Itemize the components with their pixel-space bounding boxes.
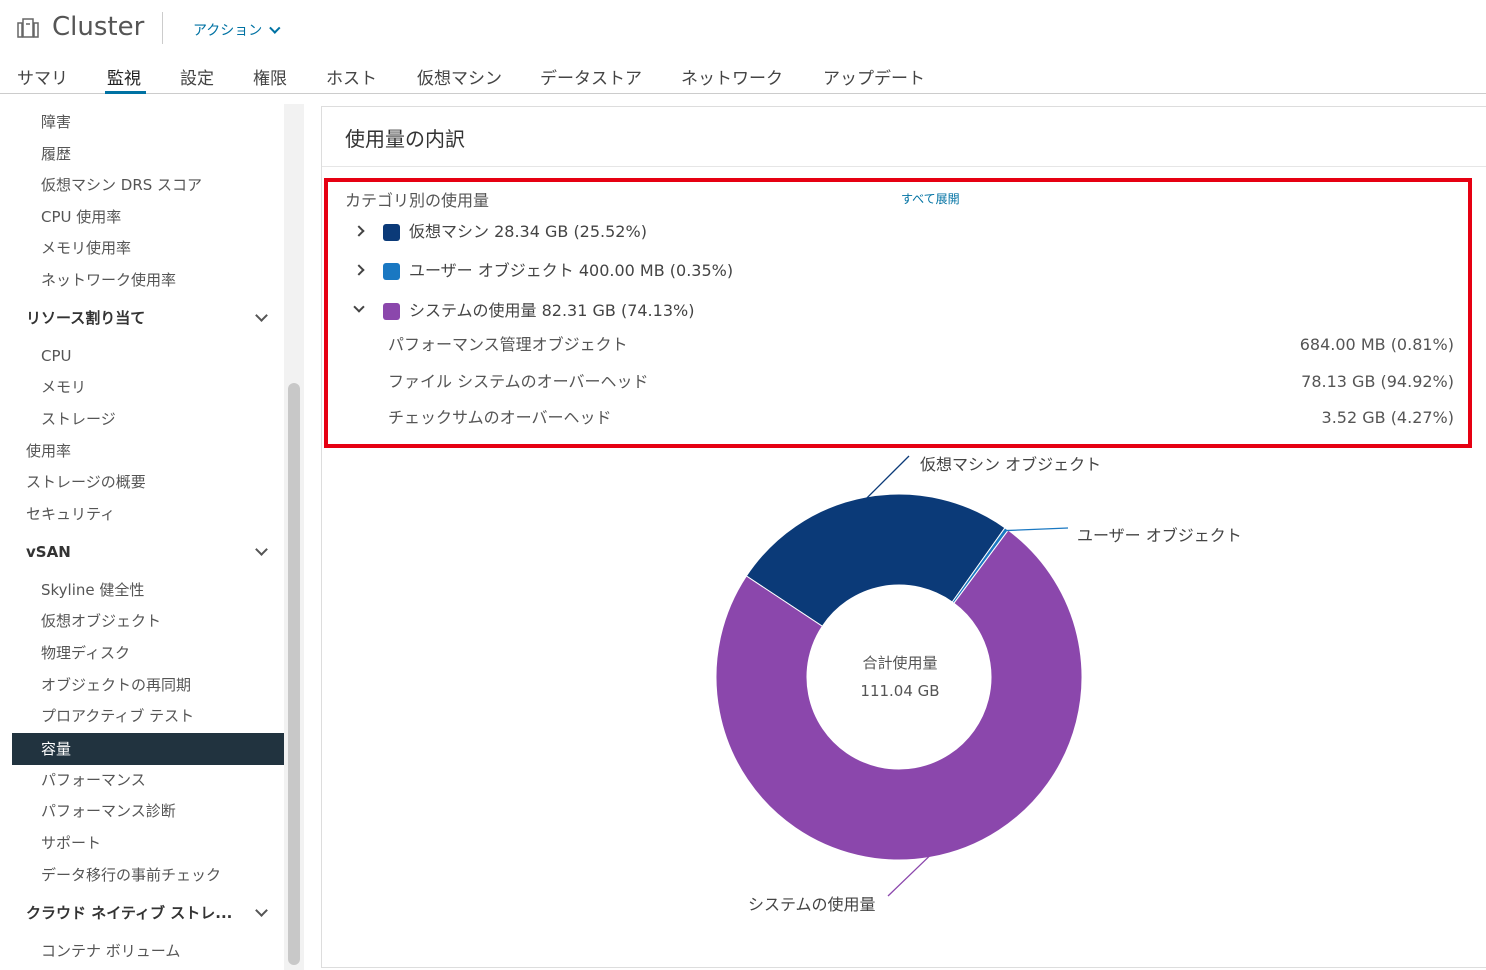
header-divider [162,12,163,44]
detail-value: 78.13 GB (94.92%) [1301,372,1454,391]
sidebar-item-virtual-objects[interactable]: 仮想オブジェクト [12,605,284,637]
category-label: システムの使用量 82.31 GB (74.13%) [409,301,695,320]
actions-menu-button[interactable]: アクション [193,20,281,40]
sidebar-item-utilization[interactable]: 使用率 [12,435,284,467]
sidebar-item-memory-usage[interactable]: メモリ使用率 [12,232,284,264]
actions-label: アクション [193,23,263,39]
detail-value: 3.52 GB (4.27%) [1321,408,1454,427]
group-label: vSAN [26,543,71,561]
sidebar-group-vsan[interactable]: vSAN [12,536,284,568]
sidebar-group-cloud-native-storage[interactable]: クラウド ネイティブ ストレ... [12,897,284,929]
sidebar-scrollbar-thumb[interactable] [288,383,300,965]
system-detail-row: チェックサムのオーバーヘッド 3.52 GB (4.27%) [388,406,1454,430]
leader-line-system [887,854,931,897]
leader-line-vm [865,455,910,500]
category-usage-label: カテゴリ別の使用量 [345,191,490,210]
sidebar-item-support[interactable]: サポート [12,827,284,859]
detail-name: パフォーマンス管理オブジェクト [388,335,628,354]
chevron-down-icon [269,22,281,34]
page-title: Cluster [52,12,145,42]
sidebar-item-issues[interactable]: 障害 [12,106,284,138]
tab-monitor[interactable]: 監視 [107,64,141,89]
group-label: リソース割り当て [26,309,146,327]
legend-swatch [383,263,400,280]
sidebar-item-container-volumes[interactable]: コンテナ ボリューム [12,935,284,967]
category-row-user-objects[interactable]: ユーザー オブジェクト 400.00 MB (0.35%) [353,258,775,284]
sidebar-nav: 障害 履歴 仮想マシン DRS スコア CPU 使用率 メモリ使用率 ネットワー… [12,104,284,970]
sidebar-item-data-migration-precheck[interactable]: データ移行の事前チェック [12,859,284,891]
tab-datastores[interactable]: データストア [540,64,642,89]
sidebar-item-vm-drs-score[interactable]: 仮想マシン DRS スコア [12,169,284,201]
sidebar-item-skyline-health[interactable]: Skyline 健全性 [12,574,284,606]
chevron-down-icon [255,309,268,322]
donut-center-label: 合計使用量 [862,654,938,672]
panel-title: 使用量の内訳 [345,127,465,151]
sidebar-item-performance-diagnostics[interactable]: パフォーマンス診断 [12,795,284,827]
tab-summary[interactable]: サマリ [17,64,68,89]
legend-swatch [383,303,400,320]
detail-name: チェックサムのオーバーヘッド [388,408,612,427]
panel-divider [322,166,1486,167]
sidebar-item-cpu-usage[interactable]: CPU 使用率 [12,201,284,233]
sidebar-item-network-usage[interactable]: ネットワーク使用率 [12,264,284,296]
chevron-right-icon[interactable] [353,225,365,237]
category-row-vm[interactable]: 仮想マシン 28.34 GB (25.52%) [353,219,755,245]
sidebar-item-storage[interactable]: ストレージ [12,403,284,435]
tab-hosts[interactable]: ホスト [326,64,377,89]
active-tab-indicator [105,91,146,94]
tab-networks[interactable]: ネットワーク [681,64,783,89]
system-detail-row: ファイル システムのオーバーヘッド 78.13 GB (94.92%) [388,370,1454,394]
category-label: ユーザー オブジェクト 400.00 MB (0.35%) [409,261,734,280]
sidebar-item-physical-disks[interactable]: 物理ディスク [12,637,284,669]
chevron-down-icon [255,904,268,917]
chevron-right-icon[interactable] [353,264,365,276]
sidebar-item-cpu[interactable]: CPU [12,340,284,372]
group-label: クラウド ネイティブ ストレ... [26,904,233,922]
tab-updates[interactable]: アップデート [823,64,925,89]
chevron-down-icon[interactable] [353,301,365,313]
detail-value: 684.00 MB (0.81%) [1299,335,1454,354]
sidebar-item-resync-objects[interactable]: オブジェクトの再同期 [12,669,284,701]
expand-all-link[interactable]: すべて展開 [901,190,960,207]
sidebar-item-memory[interactable]: メモリ [12,371,284,403]
donut-svg [715,455,1083,897]
tab-configure[interactable]: 設定 [180,64,214,89]
system-detail-row: パフォーマンス管理オブジェクト 684.00 MB (0.81%) [388,333,1454,357]
usage-donut-chart [700,450,1300,920]
leader-line-user-objects [1005,527,1069,532]
sidebar-item-performance[interactable]: パフォーマンス [12,764,284,796]
sidebar-item-capacity[interactable]: 容量 [12,733,284,765]
chevron-down-icon [255,543,268,556]
detail-name: ファイル システムのオーバーヘッド [388,372,649,391]
sidebar-item-proactive-tests[interactable]: プロアクティブ テスト [12,700,284,732]
slice-label-system: システムの使用量 [748,895,876,914]
legend-swatch [383,224,400,241]
tab-vms[interactable]: 仮想マシン [417,64,502,89]
category-label: 仮想マシン 28.34 GB (25.52%) [409,222,647,241]
tab-permissions[interactable]: 権限 [253,64,287,89]
cluster-icon [17,18,39,38]
donut-center-value: 111.04 GB [860,682,940,700]
slice-label-vm: 仮想マシン オブジェクト [920,455,1102,474]
sidebar-item-history[interactable]: 履歴 [12,138,284,170]
sidebar-group-resource-allocation[interactable]: リソース割り当て [12,302,284,334]
tab-bar: サマリ 監視 設定 権限 ホスト 仮想マシン データストア ネットワーク アップ… [0,58,1486,94]
slice-label-user-objects: ユーザー オブジェクト [1077,526,1242,545]
sidebar-item-storage-overview[interactable]: ストレージの概要 [12,466,284,498]
category-row-system-usage[interactable]: システムの使用量 82.31 GB (74.13%) [353,298,755,324]
sidebar-item-security[interactable]: セキュリティ [12,498,284,530]
page-header: Cluster アクション [0,0,1486,56]
